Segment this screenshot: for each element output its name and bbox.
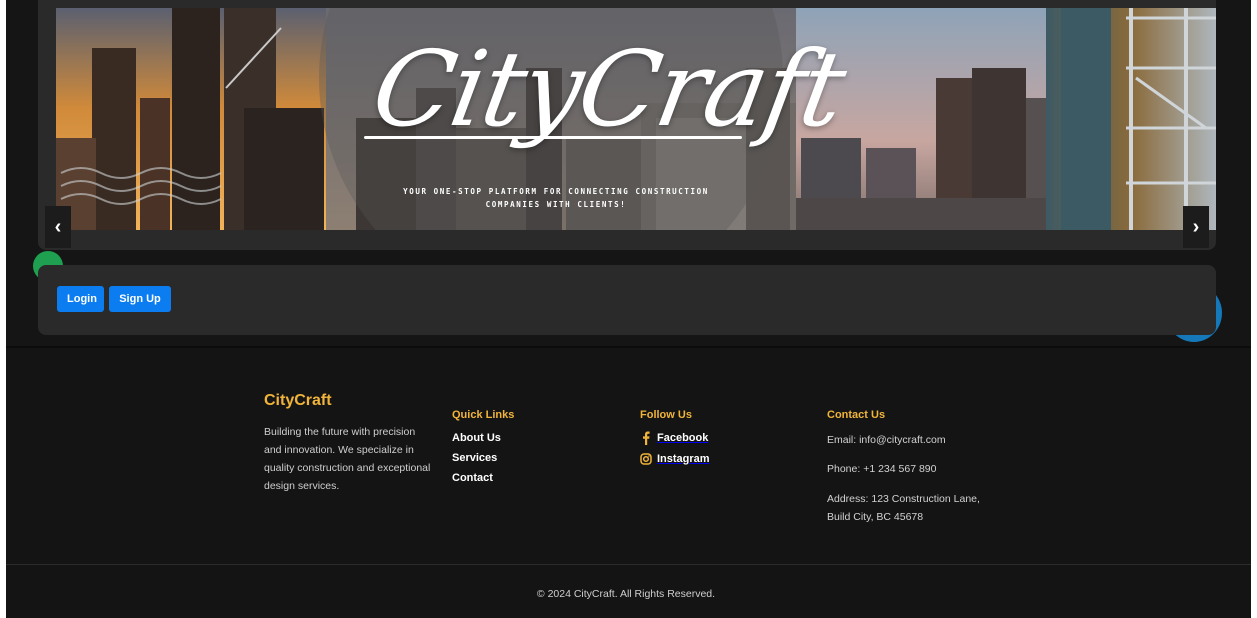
contact-address: Address: 123 Construction Lane, Build Ci… [827,493,980,523]
login-button[interactable]: Login [57,286,104,312]
social-label-instagram: Instagram [657,453,710,465]
banner-tagline: Your one-stop platform for connecting co… [403,187,709,209]
contact-us-title: Contact Us [827,409,886,421]
carousel-prev-button[interactable]: ‹ [45,206,71,248]
facebook-icon [640,431,652,445]
carousel: CityCraft Your one-stop platform for con… [38,0,1216,250]
footer-divider [6,564,1251,565]
contact-email: Email: info@citycraft.com [827,434,946,446]
social-label-facebook: Facebook [657,432,709,444]
carousel-next-button[interactable]: › [1183,206,1209,248]
social-link-facebook[interactable]: Facebook [640,431,708,445]
banner-logo-underline [364,136,742,139]
footer-link-services[interactable]: Services [452,452,497,464]
banner-image: CityCraft Your one-stop platform for con… [56,8,1216,230]
auth-panel: Login Sign Up [38,265,1216,335]
footer-brand-title: CityCraft [264,392,332,409]
footer: CityCraft Building the future with preci… [6,346,1251,618]
footer-link-contact[interactable]: Contact [452,472,493,484]
footer-brand-description: Building the future with precision and i… [264,426,431,492]
follow-us-title: Follow Us [640,409,692,421]
signup-button[interactable]: Sign Up [109,286,171,312]
hero-section: CityCraft Your one-stop platform for con… [6,0,1251,346]
page: CityCraft Your one-stop platform for con… [6,0,1251,618]
banner-logo: CityCraft [364,28,853,150]
quick-links-title: Quick Links [452,409,515,421]
footer-link-about-us[interactable]: About Us [452,432,501,444]
instagram-icon [640,452,652,466]
social-link-instagram[interactable]: Instagram [640,452,710,466]
contact-phone: Phone: +1 234 567 890 [827,463,937,475]
copyright-text: © 2024 CityCraft. All Rights Reserved. [536,588,716,600]
